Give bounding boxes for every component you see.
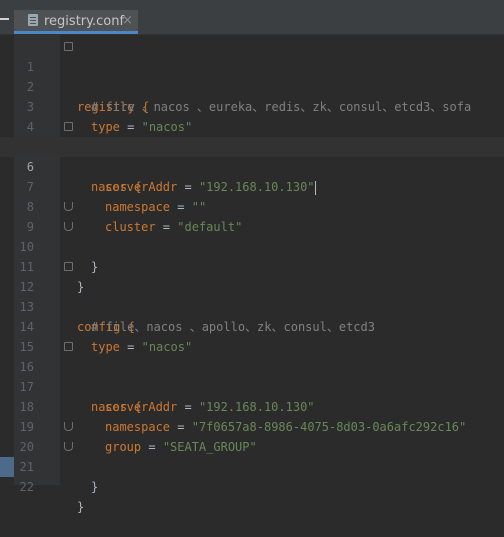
code-line: 3 type = "nacos" [0,77,504,134]
brace: } [91,480,99,494]
code-line: 19 group = "SEATA_GROUP" [0,397,504,454]
code-line: 5 nacos { [0,117,504,194]
editor-tab-bar: registry.conf × [0,0,504,35]
code-line: 9 } [0,197,504,274]
line-number: 22 [19,480,34,494]
code-line: 1 registry { [0,37,504,114]
code-line: 14 type = "nacos" [0,297,504,354]
code-line: 22 [0,457,504,494]
code-line: 17 serverAddr = "192.168.10.130" [0,357,504,414]
code-line: 18 namespace = "7f0657a8-8986-4075-8d03-… [0,377,504,434]
tab-label: registry.conf [44,14,125,29]
code-line: 15 [0,317,504,354]
fold-end-icon[interactable] [64,442,73,451]
brace: } [77,500,85,514]
code-line: 2 # file 、nacos 、eureka、redis、zk、consul、… [0,57,504,114]
code-line: 12 config { [0,257,504,334]
code-line: 10 } [0,217,504,294]
code-editor[interactable]: 1 registry { 2 # file 、nacos 、eureka、red… [0,37,504,514]
fold-end-icon[interactable] [64,422,73,431]
fold-icon[interactable] [64,122,73,131]
code-line: 4 [0,97,504,134]
code-line: 11 [0,237,504,274]
current-code-line: 6 serverAddr = "192.168.10.130" [0,137,504,195]
file-icon [28,14,38,26]
code-line: 7 namespace = "" [0,157,504,214]
code-line: 8 cluster = "default" [0,177,504,234]
code-line: 13 # file、nacos 、apollo、zk、consul、etcd3 [0,277,504,334]
fold-icon[interactable] [64,42,73,51]
fold-icon[interactable] [64,262,73,271]
collapse-icon[interactable] [0,18,9,20]
fold-end-icon[interactable] [64,222,73,231]
tab-registry-conf[interactable]: registry.conf × [14,10,138,34]
code-line: 21 } [0,437,504,514]
fold-icon[interactable] [64,342,73,351]
code-line: 20 } [0,417,504,494]
code-line: 16 nacos { [0,337,504,414]
close-icon[interactable]: × [122,13,133,28]
fold-end-icon[interactable] [64,202,73,211]
